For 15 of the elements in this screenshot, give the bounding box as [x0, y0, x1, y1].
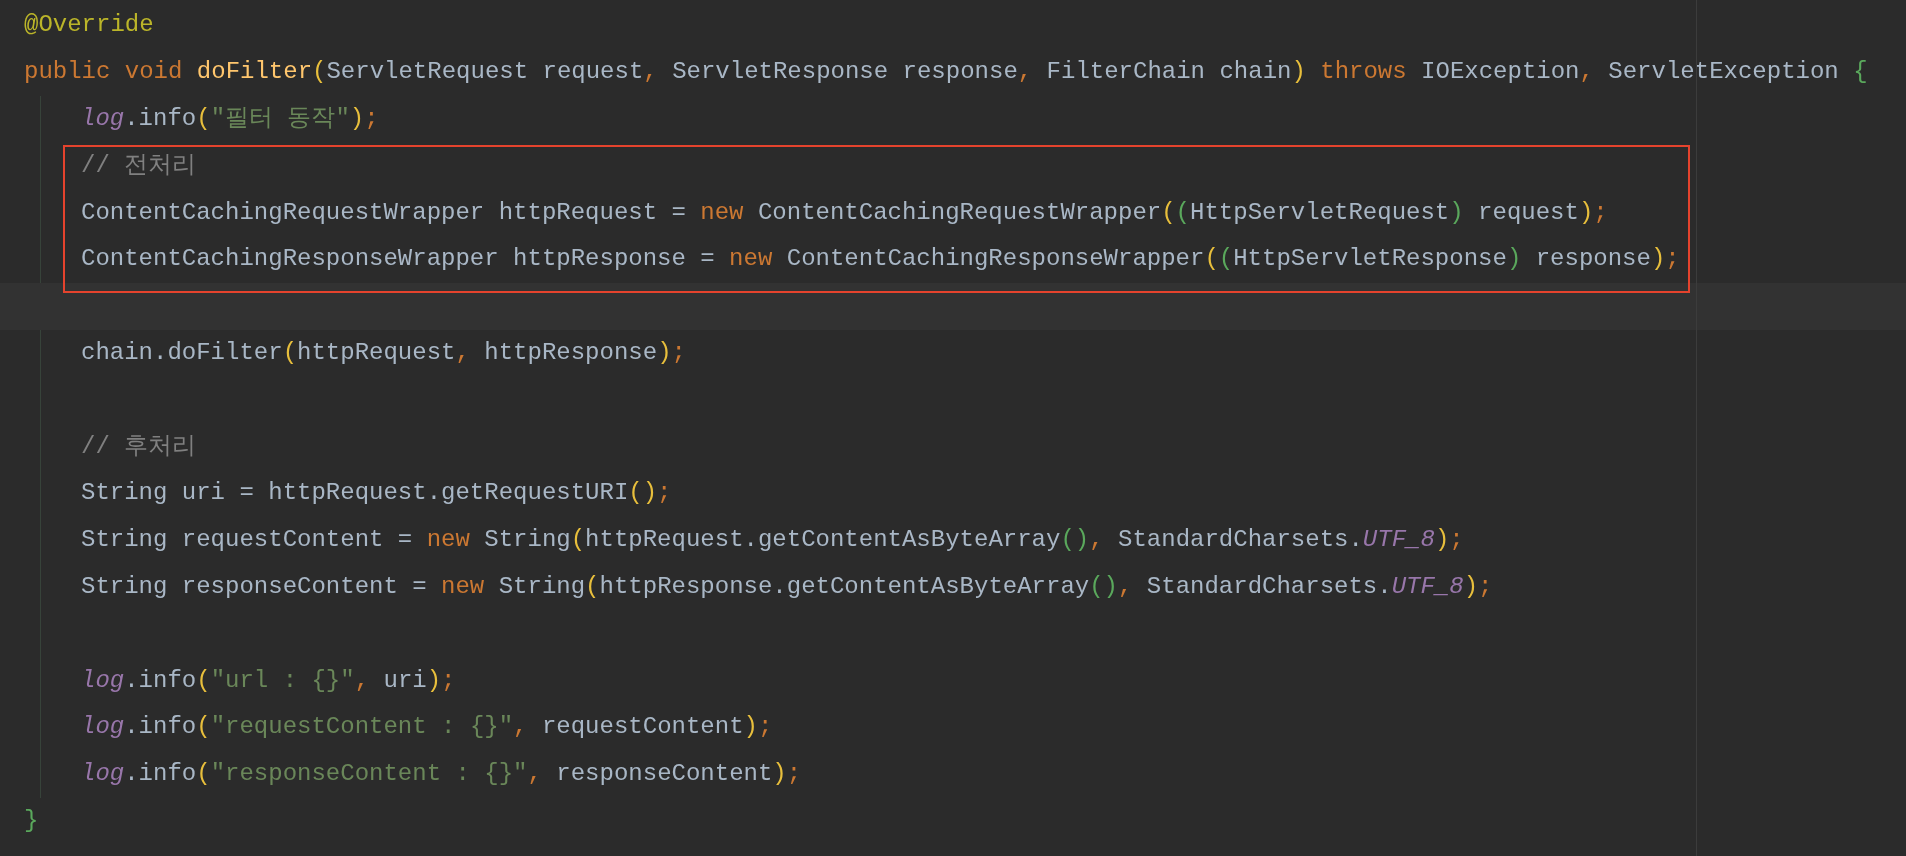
code-line: log.info("url : {}", uri); [81, 665, 456, 696]
code-line: String responseContent = new String(httpResponse.getContentAsByteArray(), StandardCharsets.UTF_8); [81, 571, 1493, 602]
code-line: } [24, 805, 39, 836]
code-line: public void doFilter(ServletRequest request, ServletResponse response, FilterChain chain) throws IOException, ServletException { [24, 57, 1868, 88]
code-line: chain.doFilter(httpRequest, httpResponse); [81, 337, 686, 368]
code-line: ContentCachingResponseWrapper httpResponse = new ContentCachingResponseWrapper((HttpServletResponse) response); [81, 244, 1680, 275]
code-line: log.info("responseContent : {}", responseContent); [81, 759, 802, 790]
code-line: String requestContent = new String(httpRequest.getContentAsByteArray(), StandardCharsets.UTF_8); [81, 525, 1464, 556]
code-line: @Override [24, 10, 154, 41]
code-line: String uri = httpRequest.getRequestURI(); [81, 478, 672, 509]
code-line: log.info("필터 동작"); [81, 104, 379, 134]
code-line: // 후처리 [81, 431, 197, 462]
code-line: // 전처리 [81, 150, 197, 181]
code-line: log.info("requestContent : {}", requestContent); [81, 712, 773, 743]
code-line: ContentCachingRequestWrapper httpRequest = new ContentCachingRequestWrapper((HttpServletRequest) request); [81, 197, 1608, 228]
